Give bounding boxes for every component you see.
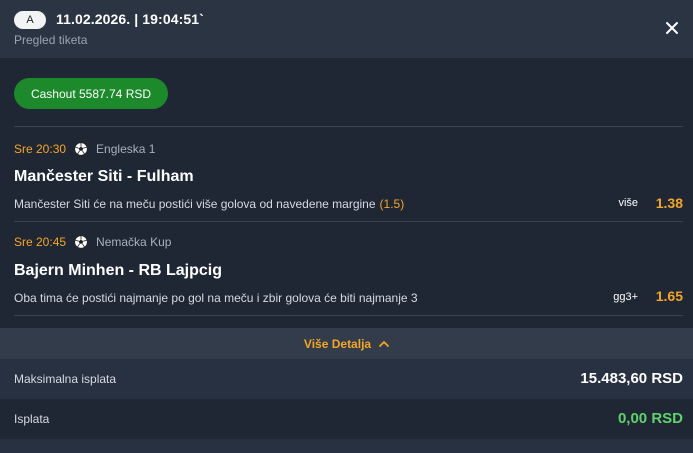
bet-odd: 1.38 <box>655 195 683 211</box>
payout-label: Isplata <box>14 412 50 426</box>
bet-description: Mančester Siti će na meču postići više g… <box>14 197 376 211</box>
ticket-datetime: 11.02.2026. | 19:04:51` <box>56 11 204 27</box>
more-details-label: Više Detalja <box>303 336 372 351</box>
ticket-type-badge: A <box>14 11 46 29</box>
next-row <box>0 439 693 453</box>
max-payout-value: 15.483,60 RSD <box>580 370 683 387</box>
divider <box>14 221 683 222</box>
payout-row: Isplata 0,00 RSD <box>0 399 693 439</box>
event-title[interactable]: Bajern Minhen - RB Lajpcig <box>14 262 222 280</box>
payout-value: 0,00 RSD <box>617 410 683 427</box>
page-subtitle: Pregled tiketa <box>14 33 88 47</box>
soccer-ball-icon <box>74 235 88 249</box>
event-league: Engleska 1 <box>96 142 156 156</box>
cashout-button[interactable]: Cashout 5587.74 RSD <box>14 78 168 109</box>
event-title[interactable]: Mančester Siti - Fulham <box>14 168 194 186</box>
bet-margin: (1.5) <box>379 197 405 211</box>
event-league: Nemačka Kup <box>96 235 172 249</box>
max-payout-label: Maksimalna isplata <box>14 372 117 386</box>
divider <box>14 315 683 316</box>
bet-odd: 1.65 <box>655 288 683 304</box>
event-meta: Sre 20:45 Nemačka Kup <box>14 235 171 249</box>
event-time: Sre 20:30 <box>14 142 67 156</box>
event-time: Sre 20:45 <box>14 235 67 249</box>
ticket-header: A 11.02.2026. | 19:04:51` Pregled tiketa <box>0 0 693 58</box>
event-description: Oba tima će postići najmanje po gol na m… <box>14 291 418 305</box>
event-description: Mančester Siti će na meču postići više g… <box>14 197 404 211</box>
max-payout-row: Maksimalna isplata 15.483,60 RSD <box>0 359 693 399</box>
close-icon[interactable] <box>664 20 680 36</box>
chevron-up-icon <box>379 341 389 347</box>
soccer-ball-icon <box>74 142 88 156</box>
more-details-button[interactable]: Više Detalja <box>0 328 693 359</box>
bet-pick: gg3+ <box>613 291 638 303</box>
bet-description: Oba tima će postići najmanje po gol na m… <box>14 291 418 305</box>
divider <box>14 126 683 127</box>
event-meta: Sre 20:30 Engleska 1 <box>14 142 155 156</box>
bet-pick: više <box>618 197 638 209</box>
